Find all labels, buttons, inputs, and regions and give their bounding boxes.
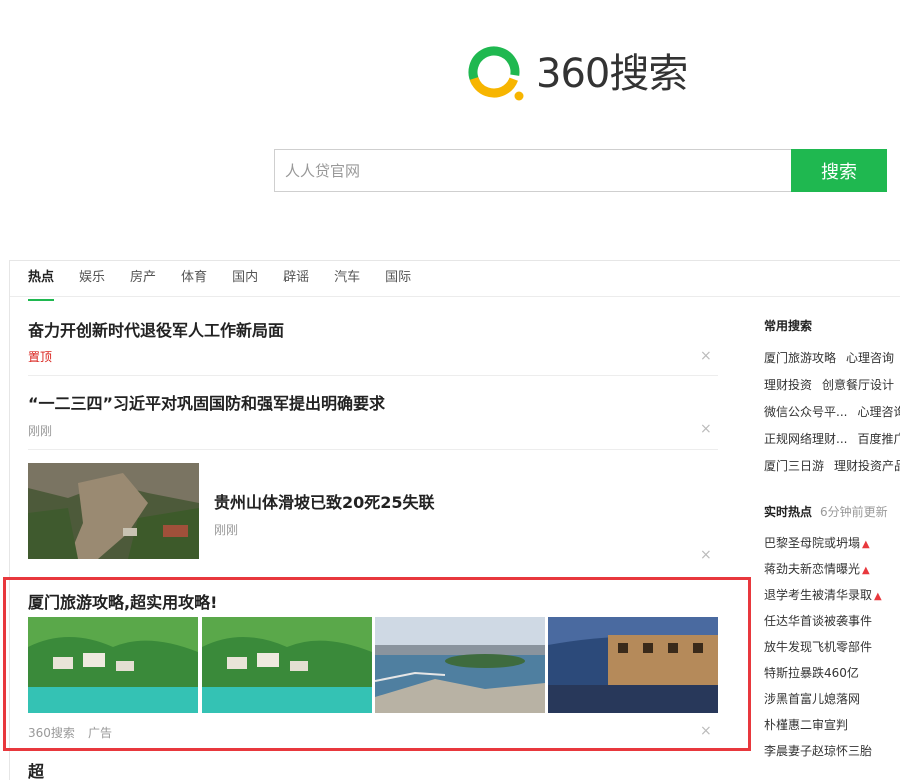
news-title[interactable]: 奋力开创新时代退役军人工作新局面 <box>28 317 284 341</box>
old-town-photo-icon <box>548 617 718 713</box>
hot-item-text[interactable]: 蒋劲夫新恋情曝光 <box>764 562 860 576</box>
common-search-link[interactable]: 厦门三日游 <box>764 459 824 473</box>
hot-item[interactable]: 放牛发现飞机零部件 <box>764 638 882 655</box>
hot-item-text[interactable]: 李晨妻子赵琼怀三胎 <box>764 744 872 758</box>
divider <box>28 449 718 450</box>
hot-item-text[interactable]: 巴黎圣母院或坍塌 <box>764 536 860 550</box>
common-search-row: 理财投资 创意餐厅设计 <box>764 376 900 393</box>
resort-photo-icon <box>202 617 372 713</box>
tab-entertainment[interactable]: 娱乐 <box>79 262 105 298</box>
tab-international[interactable]: 国际 <box>385 262 411 298</box>
common-search-row: 厦门旅游攻略 心理咨询 <box>764 349 900 366</box>
common-search-link[interactable]: 创意餐厅设计 <box>822 378 894 392</box>
common-search-row: 厦门三日游 理财投资产品 <box>764 457 900 474</box>
ad-title[interactable]: 厦门旅游攻略,超实用攻略! <box>28 589 217 613</box>
ad-image[interactable] <box>548 617 718 713</box>
common-search-link[interactable]: 厦门旅游攻略 <box>764 351 836 365</box>
landslide-thumbnail[interactable] <box>28 463 199 559</box>
ad-source: 360搜索 <box>28 726 75 740</box>
tab-rumor[interactable]: 辟谣 <box>283 262 309 298</box>
hot-item[interactable]: 蒋劲夫新恋情曝光 ▲ <box>764 560 880 577</box>
close-icon[interactable]: × <box>700 723 712 739</box>
tabs-divider <box>10 296 900 297</box>
news-tabs: 热点 娱乐 房产 体育 国内 辟谣 汽车 国际 <box>28 262 436 301</box>
common-search-link[interactable]: 心理咨询 <box>857 405 900 419</box>
tab-domestic[interactable]: 国内 <box>232 262 258 298</box>
divider <box>28 375 718 376</box>
hot-item-text[interactable]: 退学考生被清华录取 <box>764 588 872 602</box>
pinned-badge: 置顶 <box>28 350 53 364</box>
hot-item[interactable]: 巴黎圣母院或坍塌 ▲ <box>764 534 880 551</box>
tab-real-estate[interactable]: 房产 <box>130 262 156 298</box>
close-icon[interactable]: × <box>700 421 712 437</box>
common-search-link[interactable]: 正规网络理财... <box>764 432 847 446</box>
hot-item[interactable]: 朴槿惠二审宣判 <box>764 716 858 733</box>
coastline-photo-icon <box>375 617 545 713</box>
trending-up-icon: ▲ <box>874 591 882 602</box>
hot-item[interactable]: 李晨妻子赵琼怀三胎 <box>764 742 882 759</box>
common-search-link[interactable]: 理财投资 <box>764 378 812 392</box>
common-search-link[interactable]: 微信公众号平... <box>764 405 847 419</box>
common-search-heading: 常用搜索 <box>764 319 813 333</box>
news-title-partial[interactable]: 超 <box>28 758 44 782</box>
ad-image[interactable] <box>202 617 372 713</box>
hot-item-text[interactable]: 涉黑首富儿媳落网 <box>764 692 860 706</box>
common-search-link[interactable]: 理财投资产品 <box>834 459 900 473</box>
ad-tag: 广告 <box>88 726 113 740</box>
hot-item[interactable]: 涉黑首富儿媳落网 <box>764 690 870 707</box>
news-time: 刚刚 <box>214 523 239 537</box>
hot-item-text[interactable]: 任达华首谈被袭事件 <box>764 614 872 628</box>
close-icon[interactable]: × <box>700 547 712 563</box>
common-search-link[interactable]: 百度推广 <box>857 432 900 446</box>
hot-item-text[interactable]: 特斯拉暴跌460亿 <box>764 666 859 680</box>
tab-hot[interactable]: 热点 <box>28 262 55 301</box>
news-title[interactable]: 贵州山体滑坡已致20死25失联 <box>214 489 435 513</box>
common-search-row: 正规网络理财... 百度推广 <box>764 430 900 447</box>
logo[interactable]: 360搜索 <box>466 42 706 108</box>
hot-item-text[interactable]: 朴槿惠二审宣判 <box>764 718 848 732</box>
tab-sports[interactable]: 体育 <box>181 262 207 298</box>
landslide-photo-icon <box>28 463 199 559</box>
news-time: 刚刚 <box>28 424 53 438</box>
realtime-hot-updated: 6分钟前更新 <box>820 505 888 519</box>
ad-image[interactable] <box>28 617 198 713</box>
tab-auto[interactable]: 汽车 <box>334 262 360 298</box>
search-input[interactable] <box>274 149 792 192</box>
hot-item-text[interactable]: 放牛发现飞机零部件 <box>764 640 872 654</box>
realtime-hot-heading: 实时热点 6分钟前更新 <box>764 503 888 520</box>
trending-up-icon: ▲ <box>862 539 870 550</box>
logo-ring-icon <box>468 46 524 101</box>
resort-photo-icon <box>28 617 198 713</box>
hot-item[interactable]: 特斯拉暴跌460亿 <box>764 664 869 681</box>
realtime-hot-title: 实时热点 <box>764 505 813 519</box>
news-title[interactable]: “一二三四”习近平对巩固国防和强军提出明确要求 <box>28 390 385 414</box>
ad-image[interactable] <box>375 617 545 713</box>
search-button[interactable]: 搜索 <box>791 149 887 192</box>
common-search-link[interactable]: 心理咨询 <box>846 351 894 365</box>
hot-item[interactable]: 任达华首谈被袭事件 <box>764 612 882 629</box>
logo-text: 360搜索 <box>536 51 688 97</box>
hot-item[interactable]: 退学考生被清华录取 ▲ <box>764 586 892 603</box>
close-icon[interactable]: × <box>700 348 712 364</box>
trending-up-icon: ▲ <box>862 565 870 576</box>
common-search-row: 微信公众号平... 心理咨询 <box>764 403 900 420</box>
